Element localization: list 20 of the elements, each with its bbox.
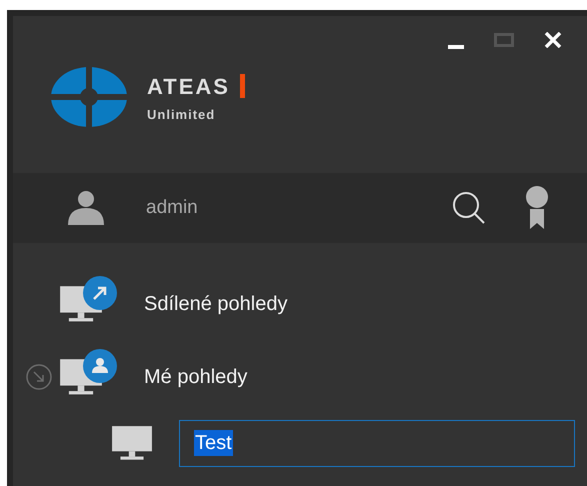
brand-bar-icon: [240, 74, 245, 98]
ribbon-award-icon: [525, 185, 549, 231]
tree-item[interactable]: Mé pohledy: [13, 340, 587, 413]
brand-tagline: Unlimited: [147, 106, 216, 124]
name-input-field[interactable]: Test: [179, 420, 575, 466]
close-icon: [544, 32, 562, 48]
user-icon: [66, 190, 106, 226]
badge-button[interactable]: [525, 185, 549, 231]
arrow-badge-icon: [83, 276, 117, 310]
search-button[interactable]: [451, 190, 487, 226]
search-icon: [451, 190, 487, 226]
logo-icon: [51, 67, 127, 127]
user-badge-icon: [83, 348, 117, 382]
tree-label: Mé pohledy: [144, 364, 248, 390]
tree-label: Sdílené pohledy: [144, 292, 288, 316]
monitor-icon: [111, 424, 153, 462]
close-button[interactable]: [543, 31, 563, 49]
user-name: admin: [146, 196, 198, 220]
brand-name: ATEAS: [147, 72, 230, 101]
tree-item[interactable]: Sdílené pohledy: [13, 267, 587, 340]
